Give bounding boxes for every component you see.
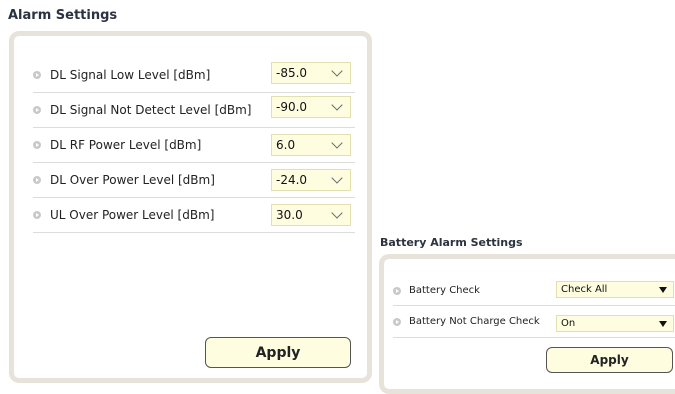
alarm-row-label: UL Over Power Level [dBm]	[50, 208, 215, 222]
battery-alarm-settings-panel: Battery Check Check All Battery Not Char…	[379, 254, 675, 394]
alarm-row-label: DL Signal Low Level [dBm]	[50, 68, 211, 82]
alarm-row-label: DL Over Power Level [dBm]	[50, 173, 215, 187]
battery-apply-button[interactable]: Apply	[546, 347, 673, 373]
select-value: Check All	[561, 284, 608, 295]
alarm-apply-button[interactable]: Apply	[205, 337, 351, 368]
alarm-row-label: DL Signal Not Detect Level [dBm]	[50, 103, 252, 117]
chevron-down-icon	[331, 65, 343, 77]
dl-over-power-select[interactable]: -24.0	[271, 169, 351, 191]
triangle-down-icon	[659, 320, 667, 327]
dl-rf-power-select[interactable]: 6.0	[271, 134, 351, 156]
chevron-down-icon	[331, 172, 343, 184]
battery-row-label: Battery Not Charge Check	[409, 316, 540, 327]
battery-not-charge-check-select[interactable]: On	[556, 315, 674, 332]
battery-alarm-settings-title: Battery Alarm Settings	[380, 236, 523, 249]
dl-signal-low-select[interactable]: -85.0	[271, 62, 351, 84]
bullet-arrow-icon	[393, 286, 401, 295]
alarm-settings-panel: DL Signal Low Level [dBm] -85.0 DL Signa…	[9, 31, 372, 383]
battery-check-select[interactable]: Check All	[556, 281, 674, 298]
chevron-down-icon	[331, 207, 343, 219]
bullet-arrow-icon	[393, 317, 401, 326]
chevron-down-icon	[331, 99, 343, 111]
select-value: -85.0	[276, 66, 308, 80]
dl-signal-not-detect-select[interactable]: -90.0	[271, 96, 351, 118]
battery-row-label: Battery Check	[409, 285, 480, 296]
alarm-row-label: DL RF Power Level [dBm]	[50, 138, 202, 152]
bullet-arrow-icon	[33, 141, 41, 149]
ul-over-power-select[interactable]: 30.0	[271, 204, 351, 226]
alarm-settings-title: Alarm Settings	[8, 8, 118, 23]
select-value: 30.0	[276, 208, 303, 222]
bullet-arrow-icon	[33, 211, 41, 219]
bullet-arrow-icon	[33, 71, 41, 79]
select-value: -24.0	[276, 173, 308, 187]
select-value: 6.0	[276, 138, 296, 152]
select-value: On	[561, 318, 576, 329]
chevron-down-icon	[331, 137, 343, 149]
select-value: -90.0	[276, 100, 308, 114]
bullet-arrow-icon	[33, 176, 41, 184]
triangle-down-icon	[659, 286, 667, 293]
bullet-arrow-icon	[33, 106, 41, 114]
